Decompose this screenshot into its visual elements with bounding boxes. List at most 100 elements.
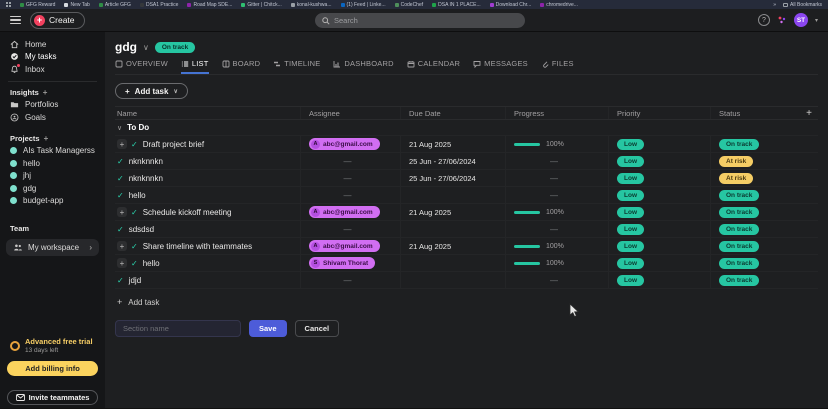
bookmark-item[interactable]: Article GFG	[99, 2, 131, 8]
column-header-status[interactable]: Status +	[710, 107, 818, 119]
assignee-pill[interactable]: S Shivam Thorat	[309, 257, 375, 269]
add-project-button[interactable]: +	[44, 134, 49, 143]
tab-calendar[interactable]: CALENDAR	[407, 59, 460, 74]
task-name[interactable]: nknknnkn	[129, 174, 163, 183]
status-badge[interactable]: On track	[719, 224, 759, 235]
due-date[interactable]: 21 Aug 2025	[409, 208, 451, 217]
empty-assignee[interactable]: —	[309, 225, 400, 234]
task-check-icon[interactable]: ✓	[131, 242, 138, 251]
table-row[interactable]: + ✓ hello S Shivam Thorat	[115, 255, 818, 272]
task-name[interactable]: jdjd	[129, 276, 141, 285]
bookmark-item[interactable]: DSA IN 1 PLACE...	[432, 2, 481, 8]
sparkle-icon[interactable]	[777, 15, 787, 25]
task-check-icon[interactable]: ✓	[117, 157, 124, 166]
status-badge[interactable]: On track	[719, 241, 759, 252]
bookmark-item[interactable]: Gitter | Chitck...	[241, 2, 281, 8]
bookmark-item[interactable]: DSA1 Practice	[140, 2, 179, 8]
sidebar-project-item[interactable]: hello	[0, 157, 105, 170]
sidebar-project-item[interactable]: budget-app	[0, 195, 105, 208]
task-check-icon[interactable]: ✓	[131, 140, 138, 149]
priority-badge[interactable]: Low	[617, 207, 644, 218]
section-name-input[interactable]	[115, 320, 241, 337]
task-check-icon[interactable]: ✓	[117, 276, 124, 285]
empty-assignee[interactable]: —	[309, 191, 400, 200]
status-badge[interactable]: On track	[719, 275, 759, 286]
add-task-button[interactable]: + Add task ∨	[115, 83, 188, 99]
due-date[interactable]: 21 Aug 2025	[409, 140, 451, 149]
section-header-todo[interactable]: ∨ To Do	[115, 120, 818, 136]
task-name[interactable]: nknknnkn	[129, 157, 163, 166]
bookmark-item[interactable]: New Tab	[64, 2, 89, 8]
search-bar[interactable]	[315, 13, 525, 28]
table-row[interactable]: ✓ sdsdsd — —	[115, 221, 818, 238]
create-button[interactable]: + Create	[30, 12, 85, 29]
table-row[interactable]: ✓ nknknnkn — 25 Jun - 27/06/2024 —	[115, 170, 818, 187]
sidebar-item-portfolios[interactable]: Portfolios	[0, 99, 105, 112]
tab-board[interactable]: BOARD	[222, 59, 261, 74]
empty-assignee[interactable]: —	[309, 174, 400, 183]
task-name[interactable]: sdsdsd	[129, 225, 154, 234]
table-row[interactable]: ✓ hello — —	[115, 187, 818, 204]
bookmarks-overflow-chevron[interactable]: »	[773, 2, 776, 8]
search-input[interactable]	[334, 16, 504, 25]
tab-overview[interactable]: OVERVIEW	[115, 59, 168, 74]
status-badge[interactable]: On track	[719, 207, 759, 218]
add-column-button[interactable]: +	[806, 108, 812, 119]
sidebar-project-item[interactable]: AIs Task Managerss	[0, 145, 105, 158]
priority-badge[interactable]: Low	[617, 275, 644, 286]
add-subtask-button[interactable]: +	[117, 241, 127, 251]
assignee-pill[interactable]: A abc@gmail.com	[309, 138, 380, 150]
user-avatar[interactable]: ST	[794, 13, 808, 27]
priority-badge[interactable]: Low	[617, 139, 644, 150]
cancel-button[interactable]: Cancel	[295, 320, 340, 337]
column-header-priority[interactable]: Priority	[608, 107, 710, 119]
invite-teammates-button[interactable]: Invite teammates	[7, 390, 98, 405]
priority-badge[interactable]: Low	[617, 173, 644, 184]
sidebar-item-my-tasks[interactable]: My tasks	[0, 51, 105, 64]
account-chevron-down-icon[interactable]: ▾	[815, 17, 818, 24]
task-name[interactable]: hello	[143, 259, 160, 268]
task-check-icon[interactable]: ✓	[131, 208, 138, 217]
tab-messages[interactable]: MESSAGES	[473, 59, 528, 74]
project-status-badge[interactable]: On track	[155, 42, 195, 53]
table-row[interactable]: ✓ nknknnkn — 25 Jun - 27/06/2024 —	[115, 153, 818, 170]
tab-files[interactable]: FILES	[541, 59, 574, 74]
bookmark-item[interactable]: GFG Reward	[20, 2, 55, 8]
status-badge[interactable]: On track	[719, 190, 759, 201]
empty-assignee[interactable]: —	[309, 157, 400, 166]
bookmark-item[interactable]: (1) Feed | Linke...	[341, 2, 386, 8]
sidebar-project-item[interactable]: jhj	[0, 170, 105, 183]
task-name[interactable]: Schedule kickoff meeting	[143, 208, 232, 217]
task-name[interactable]: hello	[129, 191, 146, 200]
add-task-row-button[interactable]: + Add task	[115, 297, 818, 307]
bookmark-item[interactable]: Download Chr...	[490, 2, 532, 8]
bookmark-item[interactable]: Road Map SDE...	[187, 2, 232, 8]
task-check-icon[interactable]: ✓	[131, 259, 138, 268]
due-date[interactable]: 25 Jun - 27/06/2024	[409, 174, 476, 183]
task-check-icon[interactable]: ✓	[117, 191, 124, 200]
add-billing-info-button[interactable]: Add billing info	[7, 361, 98, 376]
bookmark-item[interactable]: CodeChef	[395, 2, 424, 8]
status-badge[interactable]: On track	[719, 258, 759, 269]
collapse-section-icon[interactable]: ∨	[117, 124, 122, 132]
assignee-pill[interactable]: A abc@gmail.com	[309, 206, 380, 218]
table-row[interactable]: + ✓ Share timeline with teammates A abc@…	[115, 238, 818, 255]
bookmark-item[interactable]: konal-kushwa...	[291, 2, 332, 8]
due-date[interactable]: 25 Jun - 27/06/2024	[409, 157, 476, 166]
add-subtask-button[interactable]: +	[117, 139, 127, 149]
task-check-icon[interactable]: ✓	[117, 174, 124, 183]
sidebar-project-item[interactable]: gdg	[0, 182, 105, 195]
task-name[interactable]: Draft project brief	[143, 140, 204, 149]
column-header-name[interactable]: Name	[115, 107, 300, 119]
priority-badge[interactable]: Low	[617, 190, 644, 201]
priority-badge[interactable]: Low	[617, 156, 644, 167]
save-button[interactable]: Save	[249, 320, 287, 337]
bookmark-item[interactable]: chromedrive...	[540, 2, 578, 8]
project-chevron-down-icon[interactable]: ∨	[143, 43, 149, 52]
priority-badge[interactable]: Low	[617, 258, 644, 269]
sidebar-item-my-workspace[interactable]: My workspace ›	[6, 239, 99, 256]
help-button[interactable]: ?	[758, 14, 770, 26]
column-header-progress[interactable]: Progress	[505, 107, 608, 119]
status-badge[interactable]: At risk	[719, 173, 753, 184]
all-bookmarks-button[interactable]: All Bookmarks	[783, 2, 822, 8]
